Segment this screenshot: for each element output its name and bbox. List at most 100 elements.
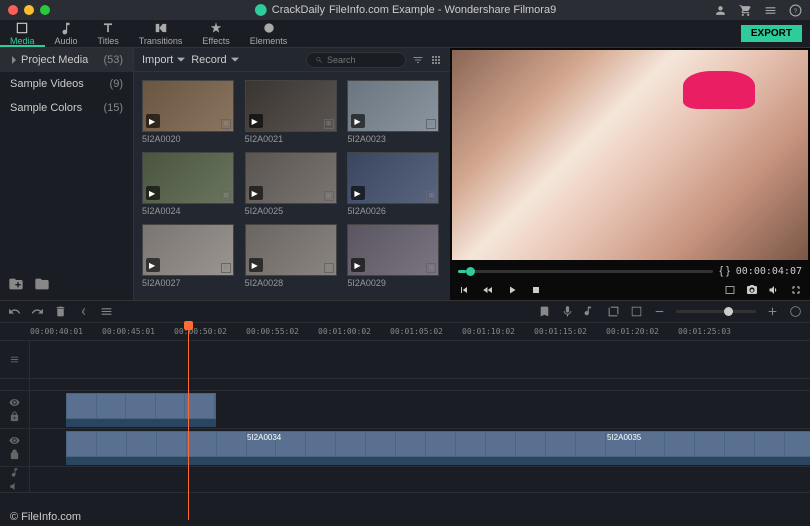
lock-icon[interactable] bbox=[9, 449, 20, 460]
search-field[interactable] bbox=[327, 55, 397, 65]
close-window-icon[interactable] bbox=[8, 5, 18, 15]
footer: © FileInfo.com bbox=[0, 508, 810, 526]
stop-icon[interactable] bbox=[530, 284, 542, 296]
user-icon[interactable] bbox=[714, 4, 727, 17]
preview-slider[interactable] bbox=[458, 270, 713, 273]
media-clip[interactable]: ⊞5I2A0029 bbox=[347, 224, 442, 288]
maximize-window-icon[interactable] bbox=[40, 5, 50, 15]
mute-icon[interactable] bbox=[9, 481, 20, 492]
tab-titles[interactable]: Titles bbox=[88, 20, 129, 47]
media-icon bbox=[15, 21, 29, 35]
camera-icon[interactable] bbox=[746, 284, 758, 296]
delete-folder-icon[interactable] bbox=[34, 276, 50, 292]
preview-video[interactable] bbox=[452, 50, 808, 260]
grid-view-icon[interactable] bbox=[430, 54, 442, 66]
sidebar-item-project-media[interactable]: Project Media (53) bbox=[0, 48, 133, 72]
logo-text: CrackDaily bbox=[272, 4, 325, 16]
ruler-tick: 00:01:20:02 bbox=[606, 327, 678, 336]
brackets-icon[interactable]: { } bbox=[719, 265, 729, 277]
filter-icon[interactable] bbox=[412, 54, 424, 66]
timeline-ruler[interactable]: 00:00:40:01 00:00:45:01 00:00:50:02 00:0… bbox=[0, 323, 810, 341]
options-icon[interactable] bbox=[100, 305, 113, 318]
media-browser: Import Record ⊞5I2A0020 ⊞5I2A0021 ⊞5I2A0… bbox=[134, 48, 450, 300]
window-title: CrackDaily FileInfo.com Example - Wonder… bbox=[254, 3, 556, 17]
tab-effects[interactable]: Effects bbox=[192, 20, 239, 47]
media-clip[interactable]: ⊞5I2A0027 bbox=[142, 224, 237, 288]
zoom-slider[interactable] bbox=[676, 310, 756, 313]
clip-thumbnail: ⊞ bbox=[245, 224, 337, 276]
play-icon[interactable] bbox=[506, 284, 518, 296]
snapshot-icon[interactable] bbox=[724, 284, 736, 296]
mic-icon[interactable] bbox=[561, 305, 574, 318]
media-clip[interactable]: ⊞5I2A0021 bbox=[245, 80, 340, 144]
track-content[interactable] bbox=[30, 467, 810, 492]
tab-elements[interactable]: Elements bbox=[240, 20, 298, 47]
visibility-icon[interactable] bbox=[9, 435, 20, 446]
menu-icon[interactable] bbox=[764, 4, 777, 17]
audio-waveform[interactable] bbox=[66, 419, 216, 427]
add-folder-icon[interactable] bbox=[8, 276, 24, 292]
tab-media[interactable]: Media bbox=[0, 20, 45, 47]
music-icon[interactable] bbox=[9, 467, 20, 478]
tab-audio[interactable]: Audio bbox=[45, 20, 88, 47]
zoom-fit-icon[interactable] bbox=[789, 305, 802, 318]
cart-icon[interactable] bbox=[739, 4, 752, 17]
track-content[interactable] bbox=[30, 341, 810, 378]
zoom-out-icon[interactable] bbox=[653, 305, 666, 318]
record-label: Record bbox=[191, 54, 226, 66]
help-icon[interactable]: ? bbox=[789, 4, 802, 17]
search-input[interactable] bbox=[306, 52, 406, 68]
step-back-icon[interactable] bbox=[458, 284, 470, 296]
mixer-icon[interactable] bbox=[584, 305, 597, 318]
clip-name: 5I2A0023 bbox=[347, 134, 442, 144]
media-clip[interactable]: ⊞5I2A0023 bbox=[347, 80, 442, 144]
undo-icon[interactable] bbox=[8, 305, 21, 318]
tab-label: Transitions bbox=[139, 36, 183, 46]
lock-icon[interactable] bbox=[9, 411, 20, 422]
render-icon[interactable] bbox=[630, 305, 643, 318]
chevron-down-icon bbox=[177, 56, 185, 64]
media-clip[interactable]: ⊞5I2A0026 bbox=[347, 152, 442, 216]
media-clip[interactable]: ⊞5I2A0024 bbox=[142, 152, 237, 216]
ruler-tick: 00:01:05:02 bbox=[390, 327, 462, 336]
ruler-tick: 00:01:15:02 bbox=[534, 327, 606, 336]
audio-waveform[interactable] bbox=[66, 457, 810, 465]
zoom-in-icon[interactable] bbox=[766, 305, 779, 318]
split-icon[interactable] bbox=[77, 305, 90, 318]
export-button[interactable]: EXPORT bbox=[741, 25, 802, 42]
sidebar: Project Media (53) Sample Videos (9) Sam… bbox=[0, 48, 134, 300]
minimize-window-icon[interactable] bbox=[24, 5, 34, 15]
track-content[interactable]: 5I2A0034 5I2A0035 bbox=[30, 429, 810, 466]
timeline-clip[interactable]: 5I2A0034 5I2A0035 bbox=[66, 431, 810, 457]
sidebar-label: Sample Colors bbox=[10, 102, 82, 114]
volume-icon[interactable] bbox=[768, 284, 780, 296]
clip-name: 5I2A0029 bbox=[347, 278, 442, 288]
sidebar-item-sample-videos[interactable]: Sample Videos (9) bbox=[0, 72, 133, 96]
preview-scrubber: { } 00:00:04:07 bbox=[450, 262, 810, 280]
delete-icon[interactable] bbox=[54, 305, 67, 318]
tab-transitions[interactable]: Transitions bbox=[129, 20, 193, 47]
timeline-tracks: 5I2A0034 5I2A0035 bbox=[0, 341, 810, 508]
sidebar-item-sample-colors[interactable]: Sample Colors (15) bbox=[0, 96, 133, 120]
clip-thumbnail: ⊞ bbox=[142, 224, 234, 276]
preview-panel: { } 00:00:04:07 bbox=[450, 48, 810, 300]
crop-icon[interactable] bbox=[607, 305, 620, 318]
media-clip[interactable]: ⊞5I2A0028 bbox=[245, 224, 340, 288]
tab-label: Elements bbox=[250, 36, 288, 46]
import-dropdown[interactable]: Import bbox=[142, 54, 185, 66]
media-clip[interactable]: ⊞5I2A0025 bbox=[245, 152, 340, 216]
fullscreen-icon[interactable] bbox=[790, 284, 802, 296]
playhead[interactable] bbox=[188, 323, 189, 520]
media-clip[interactable]: ⊞5I2A0020 bbox=[142, 80, 237, 144]
import-label: Import bbox=[142, 54, 173, 66]
clip-thumbnail: ⊞ bbox=[347, 152, 439, 204]
clip-label: 5I2A0034 bbox=[247, 433, 281, 442]
redo-icon[interactable] bbox=[31, 305, 44, 318]
track-content[interactable] bbox=[30, 391, 810, 428]
marker-icon[interactable] bbox=[538, 305, 551, 318]
record-dropdown[interactable]: Record bbox=[191, 54, 238, 66]
visibility-icon[interactable] bbox=[9, 397, 20, 408]
prev-frame-icon[interactable] bbox=[482, 284, 494, 296]
timeline-clip[interactable] bbox=[66, 393, 216, 419]
tab-label: Titles bbox=[98, 36, 119, 46]
